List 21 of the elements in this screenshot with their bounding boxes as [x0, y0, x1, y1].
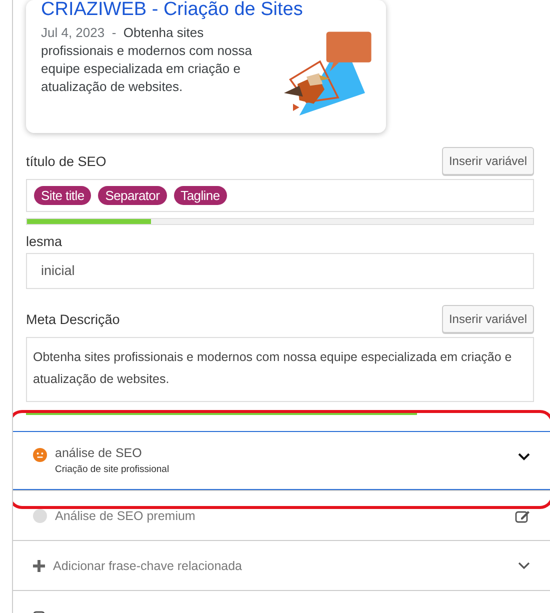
section-title[interactable]: análise de SEO — [55, 446, 510, 460]
plus-icon — [33, 560, 45, 572]
variable-tag[interactable]: Site title — [34, 186, 92, 205]
insert-variable-button[interactable]: Inserir variável — [442, 305, 534, 333]
chevron-down-icon[interactable] — [518, 562, 530, 570]
variable-tag[interactable]: Separator — [98, 186, 167, 205]
preview-title[interactable]: CRIAZIWEB - Criação de Sites — [41, 0, 371, 20]
edit-icon[interactable] — [515, 508, 530, 522]
section-title[interactable]: Análise de SEO premium — [55, 508, 507, 522]
focus-keyphrase: Criação de site profissional — [55, 464, 170, 475]
slug-field[interactable]: inicial — [26, 253, 534, 289]
meta-description-field[interactable]: Obtenha sites profissionais e modernos com nossa equipe especializada em criação e atualização de websites. — [26, 337, 534, 402]
meta-description-label: Meta Descrição — [26, 312, 120, 326]
chevron-down-icon[interactable] — [518, 453, 530, 461]
slug-label: lesma — [26, 234, 64, 249]
variable-tag[interactable]: Tagline — [174, 186, 227, 205]
seo-title-field[interactable]: Site title Separator Tagline — [26, 179, 534, 212]
preview-description: Jul 4, 2023 - Obtenha sites profissionais e modernos com nossa equipe especializada em criação e atualização de websites. — [41, 24, 253, 96]
insert-variable-button[interactable]: Inserir variável — [442, 147, 534, 175]
seo-title-label: título de SEO — [26, 154, 106, 168]
section-title[interactable]: Adicionar frase-chave relacionada — [53, 558, 510, 572]
